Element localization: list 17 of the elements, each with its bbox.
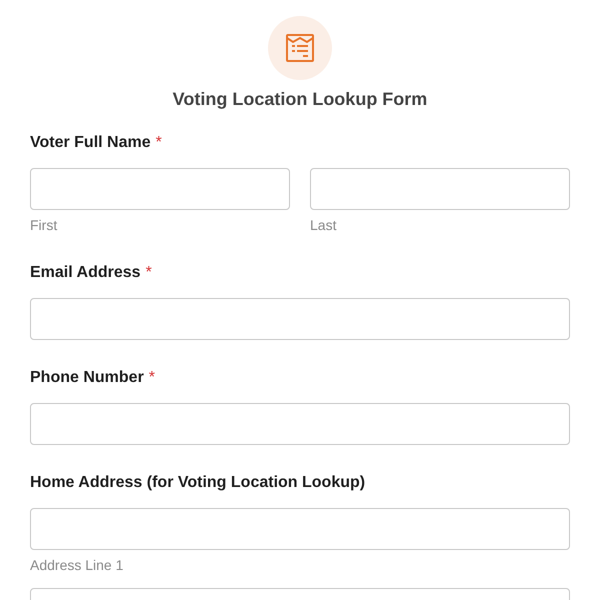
text-input-field[interactable]: [30, 168, 290, 210]
required-asterisk: *: [148, 368, 156, 388]
form-document-icon: [285, 33, 315, 63]
sublabel: Address Line 1: [30, 556, 124, 575]
form-title: Voting Location Lookup Form: [172, 88, 428, 111]
text-input-field[interactable]: [30, 298, 570, 340]
sublabel: Last: [310, 216, 338, 235]
required-asterisk: *: [156, 133, 162, 153]
required-asterisk: *: [146, 263, 152, 283]
sublabel: First: [30, 216, 58, 235]
field-label: Home Address (for Voting Location Lookup): [30, 473, 366, 493]
text-input-field[interactable]: [310, 168, 570, 210]
field-label: Email Address: [30, 263, 141, 283]
field-label: Voter Full Name: [30, 133, 151, 153]
field-label: Phone Number: [30, 368, 144, 388]
text-input-field[interactable]: [30, 403, 570, 445]
text-input-field[interactable]: [30, 508, 570, 550]
